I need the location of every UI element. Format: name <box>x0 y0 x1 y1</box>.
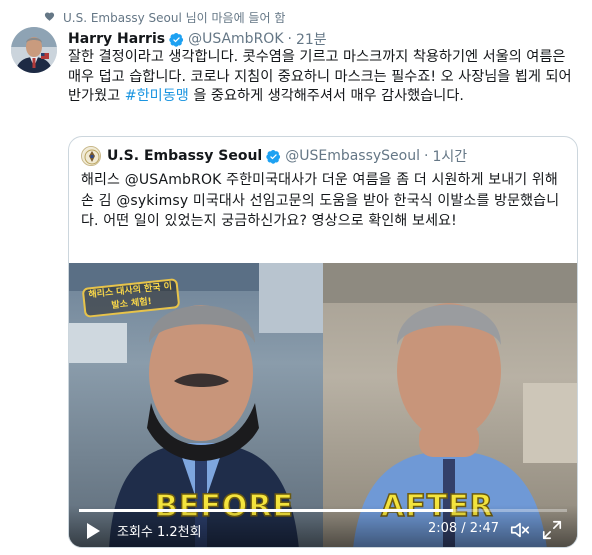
author-handle[interactable]: @USAmbROK <box>188 31 283 47</box>
tweet-text-part2: 을 중요하게 생각해주셔서 매우 감사했습니다. <box>188 88 464 104</box>
quoted-tweet-header: U.S. Embassy Seoul @USEmbassySeoul · 1시간 <box>81 146 467 166</box>
verified-badge-icon <box>169 32 184 47</box>
fullscreen-icon[interactable] <box>541 519 563 541</box>
separator: · <box>287 31 292 47</box>
separator: · <box>424 148 429 164</box>
social-context-text: U.S. Embassy Seoul 님이 마음에 들어 함 <box>63 11 286 25</box>
video-progress-bar[interactable] <box>79 509 567 512</box>
video-controls: 조회수 1.2천회 2:08 / 2:47 <box>69 505 577 547</box>
quoted-tweet-text: 해리스 @USAmbROK 주한미국대사가 더운 여름을 좀 더 시원하게 보내… <box>81 172 560 229</box>
avatar[interactable] <box>11 27 57 73</box>
video-player[interactable]: 해리스 대사의 한국 이발소 체험! BEFORE AFTER 조회수 1.2천… <box>69 263 577 547</box>
hashtag-link[interactable]: #한미동맹 <box>125 88 189 104</box>
quoted-tweet[interactable]: U.S. Embassy Seoul @USEmbassySeoul · 1시간… <box>68 136 578 548</box>
quoted-author-name[interactable]: U.S. Embassy Seoul <box>107 148 262 164</box>
author-name[interactable]: Harry Harris <box>68 31 165 47</box>
view-count: 조회수 1.2천회 <box>117 525 202 540</box>
tweet-header: Harry Harris @USAmbROK · 21분 <box>68 29 327 49</box>
social-context: U.S. Embassy Seoul 님이 마음에 들어 함 <box>44 9 285 26</box>
video-timer: 2:08 / 2:47 <box>427 521 499 536</box>
play-icon[interactable] <box>83 521 103 541</box>
tweet-time[interactable]: 21분 <box>296 29 327 49</box>
volume-muted-icon[interactable] <box>509 519 531 541</box>
tweet-text: 잘한 결정이라고 생각합니다. 콧수염을 기르고 마스크까지 착용하기엔 서울의… <box>68 48 580 107</box>
embassy-seal-avatar <box>81 146 101 166</box>
heart-icon <box>44 11 55 25</box>
quoted-author-handle[interactable]: @USEmbassySeoul <box>285 148 420 164</box>
video-progress-fill <box>79 509 453 512</box>
verified-badge-icon <box>266 149 281 164</box>
quoted-tweet-time[interactable]: 1시간 <box>432 146 467 166</box>
